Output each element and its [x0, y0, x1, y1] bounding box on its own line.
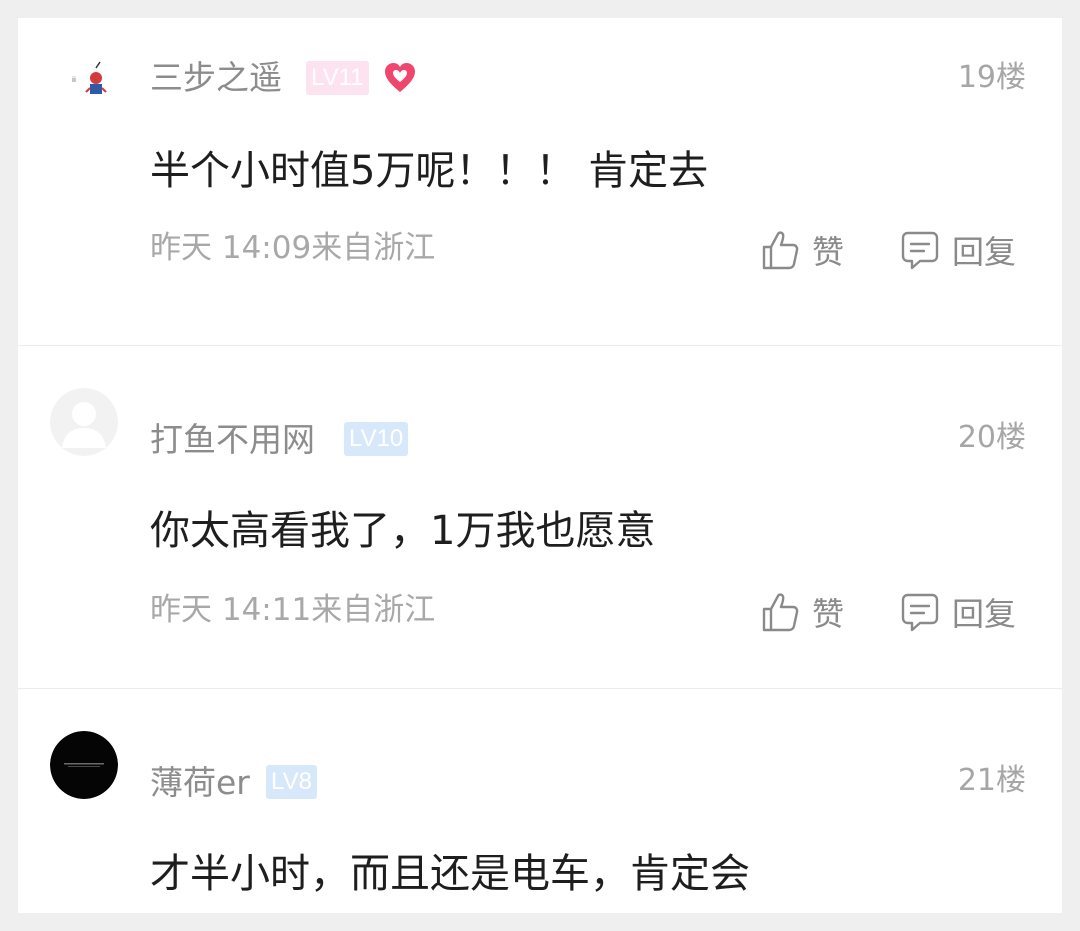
- reply-label: 回复: [952, 233, 1017, 271]
- level-badge: LV10: [344, 422, 409, 456]
- comment-meta: 昨天 14:09来自浙江: [150, 230, 436, 266]
- like-button[interactable]: 赞: [760, 590, 844, 634]
- avatar[interactable]: ii: [50, 46, 118, 114]
- reply-button[interactable]: 回复: [900, 590, 1016, 634]
- username[interactable]: 三步之遥: [150, 58, 282, 98]
- avatar[interactable]: [50, 388, 118, 456]
- like-label: 赞: [812, 595, 845, 633]
- thumbs-up-icon: [762, 593, 799, 632]
- floor-number: 20楼: [957, 420, 1026, 455]
- level-badge: LV11: [306, 61, 369, 95]
- comment-icon: [901, 231, 939, 270]
- floor-number: 21楼: [957, 763, 1026, 798]
- avatar[interactable]: [50, 731, 118, 799]
- comment-item: ii 三步之遥 LV11 19楼 半个小时值5万呢！！！ 肯定去 昨天 14:0…: [18, 18, 1062, 345]
- comment-item: 薄荷er LV8 21楼 才半小时，而且还是电车，肯定会: [18, 689, 1062, 913]
- like-label: 赞: [812, 233, 845, 271]
- comment-list: ii 三步之遥 LV11 19楼 半个小时值5万呢！！！ 肯定去 昨天 14:0…: [18, 18, 1062, 913]
- heart-icon: [385, 63, 415, 92]
- username[interactable]: 打鱼不用网: [150, 420, 315, 460]
- svg-text:ii: ii: [72, 76, 76, 84]
- reply-label: 回复: [952, 595, 1017, 633]
- thumbs-up-icon: [762, 231, 799, 270]
- comment-meta: 昨天 14:11来自浙江: [150, 592, 436, 628]
- reply-button[interactable]: 回复: [900, 228, 1016, 272]
- username[interactable]: 薄荷er: [150, 763, 250, 803]
- like-button[interactable]: 赞: [760, 228, 844, 272]
- comment-item: 打鱼不用网 LV10 20楼 你太高看我了，1万我也愿意 昨天 14:11来自浙…: [18, 346, 1062, 688]
- comment-content: 你太高看我了，1万我也愿意: [150, 508, 656, 554]
- comment-content: 才半小时，而且还是电车，肯定会: [150, 851, 750, 897]
- comment-content: 半个小时值5万呢！！！ 肯定去: [150, 148, 709, 194]
- floor-number: 19楼: [957, 60, 1026, 95]
- level-badge: LV8: [266, 765, 317, 799]
- comment-icon: [901, 593, 939, 632]
